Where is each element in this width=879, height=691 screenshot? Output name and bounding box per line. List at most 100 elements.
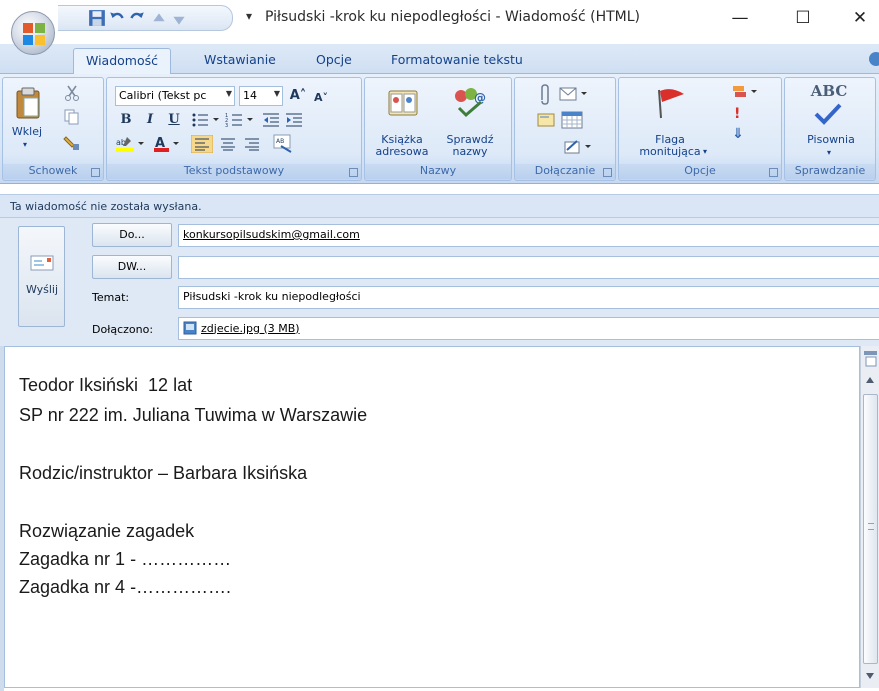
close-button[interactable]: ✕ xyxy=(845,6,875,30)
tab-insert[interactable]: Wstawianie xyxy=(204,52,276,67)
undo-icon[interactable] xyxy=(108,9,126,27)
categorize-icon[interactable] xyxy=(731,84,759,102)
svg-text:3: 3 xyxy=(225,123,228,128)
group-names-label: Nazwy xyxy=(365,164,511,179)
send-button[interactable]: Wyślij xyxy=(18,226,65,327)
business-card-icon[interactable] xyxy=(537,111,557,129)
group-attach-label: Dołączanie xyxy=(515,164,615,179)
align-left-icon[interactable] xyxy=(191,135,213,153)
tab-options[interactable]: Opcje xyxy=(316,52,352,67)
redo-icon[interactable] xyxy=(128,9,146,27)
paste-button[interactable]: Wklej xyxy=(7,126,47,138)
help-icon[interactable] xyxy=(869,52,879,66)
to-field[interactable]: konkursopilsudskim@gmail.com xyxy=(178,224,879,247)
group-attach: Dołączanie xyxy=(514,77,616,181)
font-size-combo[interactable]: 14 ▼ xyxy=(239,86,283,106)
bullets-icon[interactable] xyxy=(191,112,221,128)
to-button[interactable]: Do... xyxy=(92,223,172,247)
copy-icon[interactable] xyxy=(63,108,81,126)
cut-icon[interactable] xyxy=(63,84,81,102)
group-basic-text: Calibri (Tekst pᴄ ▼ 14 ▼ A˄ A˅ B I U 123 a… xyxy=(106,77,362,181)
maximize-button[interactable]: ☐ xyxy=(788,6,818,30)
calendar-icon[interactable] xyxy=(561,111,583,129)
ruler-toggle-icon[interactable] xyxy=(863,350,878,368)
send-label: Wyślij xyxy=(25,283,59,296)
message-body[interactable]: Teodor Iksiński 12 lat SP nr 222 im. Juli… xyxy=(4,346,860,688)
styles-icon[interactable]: AB xyxy=(273,134,295,154)
spelling-button[interactable]: Pisownia xyxy=(791,134,871,146)
high-importance-icon[interactable]: ! xyxy=(734,107,740,121)
cc-field[interactable] xyxy=(178,256,879,279)
low-importance-icon[interactable]: ⇓ xyxy=(732,127,744,141)
group-basic-text-label: Tekst podstawowy xyxy=(107,164,361,179)
paste-icon[interactable] xyxy=(15,86,41,120)
body-line: Rozwiązanie zagadek xyxy=(19,521,195,541)
spelling-dropdown-icon[interactable]: ▾ xyxy=(827,147,831,159)
message-header: Wyślij Do... konkursopilsudskim@gmail.co… xyxy=(0,218,879,346)
numbering-icon[interactable]: 123 xyxy=(225,112,255,128)
minimize-button[interactable]: — xyxy=(725,6,755,30)
vertical-scrollbar[interactable] xyxy=(860,346,879,688)
window-title: Piłsudski -krok ku niepodległości - Wiad… xyxy=(265,9,640,25)
increase-indent-icon[interactable] xyxy=(285,112,303,128)
not-sent-notice: Ta wiadomość nie została wysłana. xyxy=(10,200,202,213)
signature-icon[interactable] xyxy=(563,138,593,156)
highlight-icon[interactable]: ab xyxy=(115,135,149,153)
chevron-down-icon: ▼ xyxy=(273,89,280,98)
save-icon[interactable] xyxy=(88,9,106,27)
bold-button[interactable]: B xyxy=(115,110,137,130)
scroll-up-icon[interactable] xyxy=(864,374,876,386)
align-center-icon[interactable] xyxy=(217,135,239,153)
attach-launcher-icon[interactable] xyxy=(603,168,612,177)
spelling-abc-icon: ABC xyxy=(810,82,848,100)
body-line: Zagadka nr 1 - …………… xyxy=(19,549,232,569)
svg-text:AB: AB xyxy=(276,138,284,145)
group-clipboard-label: Schowek xyxy=(3,164,103,179)
attach-file-icon[interactable] xyxy=(537,84,553,106)
align-right-icon[interactable] xyxy=(241,135,263,153)
basic-text-launcher-icon[interactable] xyxy=(349,168,358,177)
clipboard-launcher-icon[interactable] xyxy=(91,168,100,177)
attachments-field: zdjecie.jpg (3 MB) xyxy=(178,317,879,340)
body-line: Teodor Iksiński 12 lat xyxy=(19,375,193,395)
follow-up-flag-icon[interactable] xyxy=(653,86,687,120)
office-button[interactable] xyxy=(11,11,55,55)
next-item-icon[interactable] xyxy=(170,10,188,28)
attachment-item[interactable]: zdjecie.jpg (3 MB) xyxy=(183,321,300,335)
options-launcher-icon[interactable] xyxy=(769,168,778,177)
paste-dropdown-icon[interactable]: ▾ xyxy=(23,139,27,151)
underline-button[interactable]: U xyxy=(163,110,185,130)
scroll-down-icon[interactable] xyxy=(864,670,876,682)
attached-label: Dołączono: xyxy=(92,323,154,336)
group-names: @ Książka adresowa Sprawdź nazwy Nazwy xyxy=(364,77,512,181)
office-logo-icon xyxy=(23,23,45,45)
scroll-thumb[interactable] xyxy=(863,394,878,664)
subject-label: Temat: xyxy=(92,291,130,304)
font-color-icon[interactable]: A xyxy=(153,135,183,153)
grow-font-button[interactable]: A˄ xyxy=(287,86,309,106)
info-bar: Ta wiadomość nie została wysłana. xyxy=(0,194,879,218)
checkmark-icon xyxy=(814,103,842,125)
previous-item-icon[interactable] xyxy=(150,10,168,28)
address-book-icon[interactable] xyxy=(387,88,419,118)
tab-format-text[interactable]: Formatowanie tekstu xyxy=(391,52,523,67)
shrink-font-button[interactable]: A˅ xyxy=(310,88,332,108)
subject-field[interactable]: Piłsudski -krok ku niepodległości xyxy=(178,286,879,309)
check-names-icon[interactable]: @ xyxy=(451,84,487,120)
address-book-button[interactable]: Książka adresowa xyxy=(371,134,433,158)
decrease-indent-icon[interactable] xyxy=(262,112,280,128)
attachment-name: zdjecie.jpg (3 MB) xyxy=(201,321,300,335)
cc-button[interactable]: DW... xyxy=(92,255,172,279)
group-options-label: Opcje xyxy=(619,164,781,179)
check-names-button[interactable]: Sprawdź nazwy xyxy=(439,134,501,158)
follow-up-dropdown-icon[interactable]: ▾ xyxy=(703,146,707,158)
image-file-icon xyxy=(183,321,197,335)
tab-message[interactable]: Wiadomość xyxy=(73,48,172,75)
format-painter-icon[interactable] xyxy=(63,134,81,152)
customize-qat-icon[interactable]: ▾ xyxy=(246,9,252,23)
font-name-combo[interactable]: Calibri (Tekst pᴄ ▼ xyxy=(115,86,235,106)
italic-button[interactable]: I xyxy=(139,110,161,130)
group-proofing-label: Sprawdzanie xyxy=(785,164,875,179)
group-proofing: ABC Pisownia ▾ Sprawdzanie xyxy=(784,77,876,181)
attach-item-icon[interactable] xyxy=(559,86,589,102)
